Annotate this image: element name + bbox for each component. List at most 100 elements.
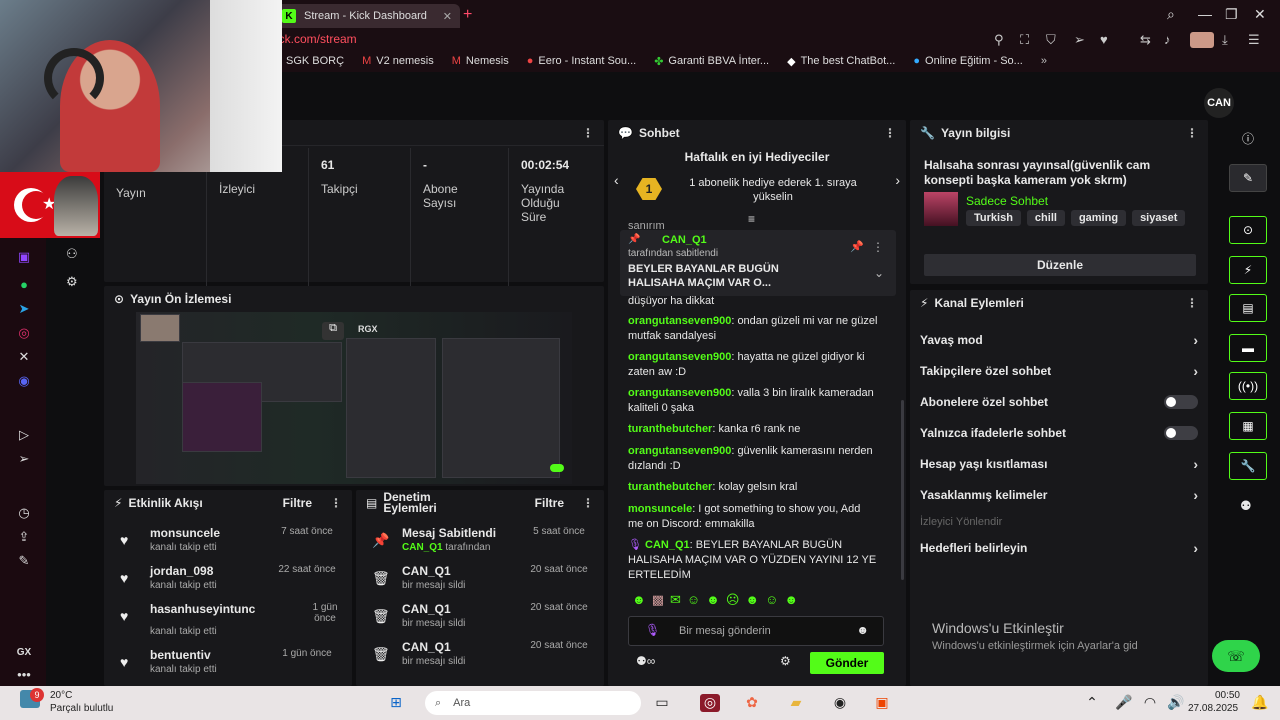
chat-user[interactable]: orangutanseven900 <box>628 351 731 363</box>
gx-icon[interactable]: GX <box>14 644 34 662</box>
activity-user[interactable]: bentuentiv <box>150 648 211 662</box>
emote-icon[interactable]: ☻ <box>632 592 646 610</box>
unpin-icon[interactable]: 📌 <box>850 240 864 253</box>
activity-user[interactable]: hasanhuseyintunc <box>150 602 255 616</box>
mic-icon[interactable]: 🎤 <box>1114 694 1134 712</box>
extension-icon[interactable]: ⚲ <box>994 32 1004 48</box>
close-window-icon[interactable]: ✕ <box>1254 6 1266 23</box>
chat-toggle-button[interactable]: ▬ <box>1229 334 1267 362</box>
minimize-icon[interactable]: — <box>1198 6 1212 22</box>
avatar[interactable]: CAN <box>1204 88 1234 118</box>
chat-user[interactable]: orangutanseven900 <box>628 387 731 399</box>
channel-actions-menu-icon[interactable]: ⋮ <box>1186 296 1198 310</box>
translate-icon[interactable]: ⇆ <box>1140 32 1151 48</box>
support-chat-button[interactable]: ☏ <box>1212 640 1260 672</box>
chat-user[interactable]: orangutanseven900 <box>628 315 731 327</box>
screenshot-icon[interactable]: ⛶ <box>1020 32 1029 48</box>
emote-icon[interactable]: ☻ <box>745 592 759 610</box>
task-view-icon[interactable]: ▭ <box>652 694 672 712</box>
chat-input[interactable]: 🎙 Bir mesaj gönderin ☻ <box>628 616 884 646</box>
emote-icon[interactable]: ☻ <box>784 592 798 610</box>
twitch-icon[interactable]: ▣ <box>14 248 34 266</box>
send-icon[interactable]: ➢ <box>14 450 34 468</box>
notification-icon[interactable]: 🔔 <box>1250 694 1270 712</box>
bookmark-eero[interactable]: ● Eero - Instant Sou... <box>527 55 637 67</box>
copilot-icon[interactable]: ✿ <box>742 694 762 712</box>
edit-button[interactable]: Düzenle <box>924 254 1196 276</box>
category-thumbnail[interactable] <box>924 192 958 226</box>
stream-info-menu-icon[interactable]: ⋮ <box>1186 126 1198 140</box>
settings-icon[interactable]: ⚙ <box>66 274 78 290</box>
collapse-icon[interactable]: ≡ <box>748 212 755 226</box>
shield-icon[interactable]: ⛉ <box>1046 32 1056 48</box>
discord-icon[interactable]: ◉ <box>14 372 34 390</box>
tag[interactable]: gaming <box>1070 210 1127 226</box>
speed-dial-icon[interactable]: ✎ <box>14 552 34 570</box>
browser-tab[interactable]: K Stream - Kick Dashboard ✕ <box>276 4 460 28</box>
stream-preview[interactable]: ⧉ RGX <box>136 312 572 484</box>
send-button[interactable]: Gönder <box>810 652 884 674</box>
slow-mode-row[interactable]: Yavaş mod › <box>920 326 1198 354</box>
xiaomi-icon[interactable]: ▣ <box>872 694 892 712</box>
prev-arrow-icon[interactable]: ‹ <box>614 172 619 188</box>
channel-actions-toggle-button[interactable]: ▦ <box>1229 412 1267 440</box>
banned-words-row[interactable]: Yasaklanmış kelimeler › <box>920 481 1198 509</box>
preview-toggle-button[interactable]: ⊙ <box>1229 216 1267 244</box>
goals-row[interactable]: Hedefleri belirleyin › <box>920 534 1198 562</box>
bookmark-sgk[interactable]: SGK BORÇ <box>286 55 344 67</box>
chat-user[interactable]: turanthebutcher <box>628 423 712 435</box>
mod-action-name[interactable]: CAN_Q1 <box>402 602 451 616</box>
download-icon[interactable]: ⤓ <box>1222 32 1228 48</box>
tag[interactable]: chill <box>1026 210 1065 226</box>
settings-icon[interactable]: ⚙ <box>780 654 791 668</box>
chat-user[interactable]: CAN_Q1 <box>645 539 690 551</box>
activity-user[interactable]: monsuncele <box>150 526 220 540</box>
more-icon[interactable]: ••• <box>14 666 34 684</box>
emote-icon[interactable]: ☹ <box>726 592 740 610</box>
mod-menu-icon[interactable]: ⋮ <box>582 496 594 510</box>
chat-user[interactable]: orangutanseven900 <box>628 445 731 457</box>
emote-icon[interactable]: ✉ <box>670 592 681 610</box>
search-icon[interactable]: ⌕ <box>1167 6 1175 23</box>
emote-chat-toggle[interactable] <box>1164 426 1198 440</box>
mod-user[interactable]: CAN_Q1 <box>402 542 443 553</box>
follower-chat-row[interactable]: Takipçilere özel sohbet › <box>920 357 1198 385</box>
stream-info-toggle-button[interactable]: 🔧 <box>1229 452 1267 480</box>
activity-menu-icon[interactable]: ⋮ <box>330 496 342 510</box>
edit-layout-button[interactable]: ✎ <box>1229 164 1267 192</box>
emote-icon[interactable]: ☺ <box>687 592 700 610</box>
users-icon[interactable]: ⚉∞ <box>636 654 655 668</box>
profile-avatar[interactable] <box>1190 32 1214 48</box>
mod-action-name[interactable]: CAN_Q1 <box>402 564 451 578</box>
chat-menu-icon[interactable]: ⋮ <box>884 126 896 140</box>
x-icon[interactable]: ✕ <box>14 348 34 366</box>
chevron-down-icon[interactable]: ⌄ <box>874 266 884 280</box>
tag[interactable]: Turkish <box>966 210 1021 226</box>
windows-start-icon[interactable]: ⊞ <box>386 694 406 712</box>
next-arrow-icon[interactable]: › <box>895 172 900 188</box>
popout-icon[interactable]: ⧉ <box>322 322 344 340</box>
subscriber-chat-toggle[interactable] <box>1164 395 1198 409</box>
mod-actions-toggle-button[interactable]: ▤ <box>1229 294 1267 322</box>
menu-icon[interactable]: ☰ <box>1248 32 1260 48</box>
emote-icon[interactable]: ☻ <box>706 592 720 610</box>
account-age-row[interactable]: Hesap yaşı kısıtlaması › <box>920 450 1198 478</box>
taskbar-search[interactable]: ⌕ Ara <box>425 691 641 715</box>
box-icon[interactable]: ⇪ <box>14 528 34 546</box>
emoji-icon[interactable]: ☻ <box>856 623 869 637</box>
volume-icon[interactable]: ♪ <box>1164 32 1171 47</box>
chevron-up-icon[interactable]: ⌃ <box>1082 694 1102 712</box>
activity-filter-button[interactable]: Filtre <box>283 496 312 510</box>
emote-icon[interactable]: ☺ <box>765 592 778 610</box>
chat-scrollbar[interactable] <box>901 400 904 580</box>
pinned-message[interactable]: 📌 CAN_Q1 tarafından sabitlendi BEYLER BA… <box>620 230 896 296</box>
url-field[interactable]: ick.com/stream <box>276 32 357 46</box>
wifi-icon[interactable]: ◠ <box>1140 694 1160 712</box>
info-icon[interactable]: ⓘ <box>1242 130 1254 147</box>
chat-user[interactable]: turanthebutcher <box>628 481 712 493</box>
pinned-menu-icon[interactable]: ⋮ <box>872 240 884 254</box>
mod-action-name[interactable]: CAN_Q1 <box>402 640 451 654</box>
mod-filter-button[interactable]: Filtre <box>535 496 564 510</box>
send-icon[interactable]: ➢ <box>1074 32 1085 48</box>
instagram-icon[interactable]: ◎ <box>14 324 34 342</box>
